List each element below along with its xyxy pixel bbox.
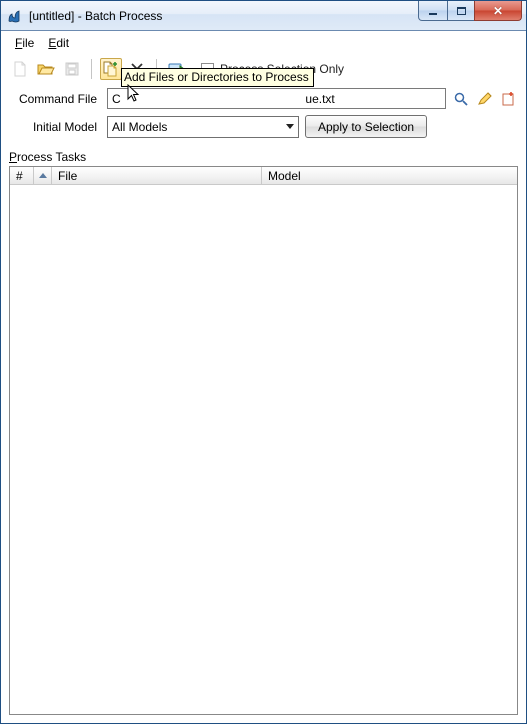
process-tasks-table: # File Model (9, 166, 518, 715)
new-command-icon (501, 91, 517, 107)
column-file[interactable]: File (52, 167, 262, 184)
batch-process-window: [untitled] - Batch Process ✕ File Edit (0, 0, 527, 724)
save-button[interactable] (61, 58, 83, 80)
chevron-down-icon (286, 124, 294, 129)
new-file-icon (12, 61, 28, 77)
initial-model-label: Initial Model (9, 120, 101, 134)
initial-model-select[interactable]: All Models (107, 116, 299, 138)
save-icon (64, 61, 80, 77)
maximize-button[interactable] (447, 1, 475, 21)
window-title: [untitled] - Batch Process (29, 9, 162, 23)
add-files-button[interactable] (100, 58, 122, 80)
tooltip: Add Files or Directories to Process (121, 68, 314, 87)
open-folder-icon (37, 61, 55, 77)
app-icon (7, 8, 23, 24)
initial-model-value: All Models (112, 120, 167, 134)
add-files-icon (102, 60, 120, 78)
apply-to-selection-button[interactable]: Apply to Selection (305, 115, 427, 138)
magnify-icon (453, 91, 469, 107)
menu-file[interactable]: File (9, 34, 40, 52)
title-bar[interactable]: [untitled] - Batch Process ✕ (1, 1, 526, 31)
table-header: # File Model (10, 167, 517, 185)
toolbar-separator (91, 59, 92, 79)
new-file-button[interactable] (9, 58, 31, 80)
pencil-icon (477, 91, 493, 107)
open-button[interactable] (35, 58, 57, 80)
initial-model-row: Initial Model All Models Apply to Select… (9, 115, 518, 138)
window-controls: ✕ (419, 1, 522, 21)
column-number[interactable]: # (10, 167, 34, 184)
column-sort[interactable] (34, 167, 52, 184)
sort-ascending-icon (39, 173, 47, 178)
table-body[interactable] (10, 185, 517, 714)
browse-command-file-button[interactable] (452, 90, 470, 108)
menu-bar: File Edit (9, 34, 518, 52)
edit-command-file-button[interactable] (476, 90, 494, 108)
new-command-file-button[interactable] (500, 90, 518, 108)
column-model[interactable]: Model (262, 167, 517, 184)
minimize-button[interactable] (418, 1, 448, 21)
menu-edit[interactable]: Edit (42, 34, 75, 52)
command-file-row: Command File C Add Files or Directories … (9, 88, 518, 109)
command-file-input[interactable]: C Add Files or Directories to Process ue… (107, 88, 446, 109)
command-file-label: Command File (9, 92, 101, 106)
close-button[interactable]: ✕ (474, 1, 522, 21)
window-content: File Edit (1, 31, 526, 723)
process-tasks-label: Process Tasks (9, 150, 518, 164)
